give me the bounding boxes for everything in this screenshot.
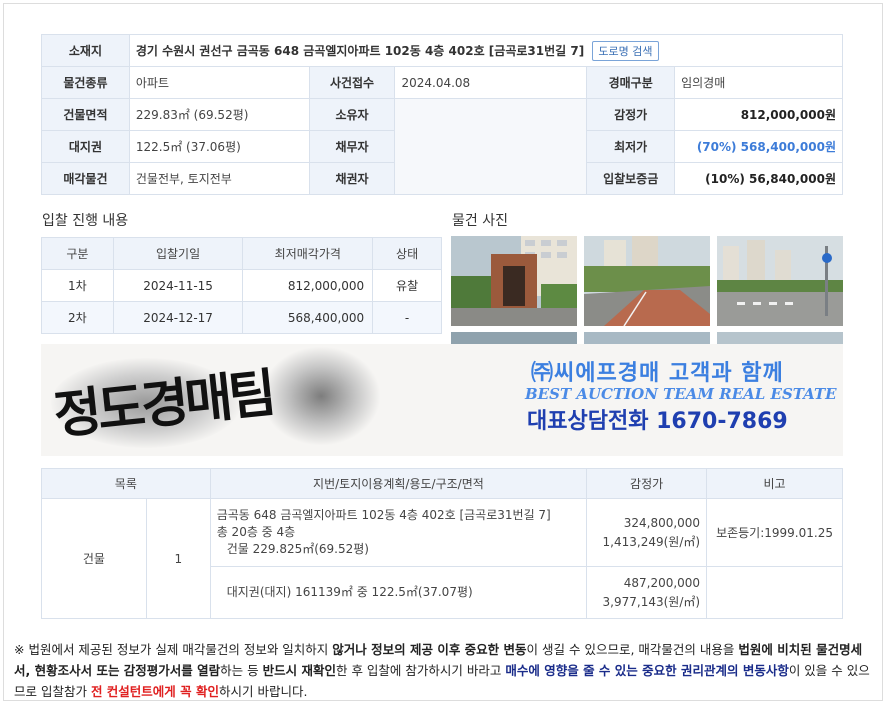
bidding-table: 구분 입찰기일 최저매각가격 상태 1차 2024-11-15 812,000,…	[41, 237, 442, 334]
deposit-value: (10%) 56,840,000원	[674, 162, 843, 195]
notice-emphasis: 않거나 정보의 제공 이후 중요한 변동	[332, 642, 527, 657]
notice-text: ※ 법원에서 제공된 정보가 실제 매각물건의 정보와 일치하지	[14, 642, 333, 657]
address-label: 소재지	[41, 34, 130, 67]
building-desc-line: 건물 229.825㎡(69.52평)	[226, 542, 369, 556]
bid-header-status: 상태	[372, 237, 442, 270]
land-description: 대지권(대지) 161139㎡ 중 122.5㎡(37.07평)	[209, 566, 588, 619]
parties-blank-cell	[394, 98, 588, 195]
appraisal-label: 감정가	[586, 98, 676, 131]
land-right-label: 대지권	[41, 130, 130, 163]
building-desc-line: 금곡동 648 금곡엘지아파트 102동 4층 402호 [금곡로31번길 7]	[216, 508, 551, 522]
sale-scope-label: 매각물건	[41, 162, 130, 195]
auction-type-label: 경매구분	[586, 66, 676, 99]
appraisal-value: 812,000,000원	[674, 98, 843, 131]
photos-section-title: 물건 사진	[452, 213, 508, 229]
detail-header-note: 비고	[706, 468, 843, 499]
detail-header-list: 목록	[41, 468, 211, 499]
building-appraisal: 324,800,000 1,413,249(원/㎡)	[586, 498, 708, 567]
notice-text: 이 생길 수 있으므로, 매각물건의 내용을	[526, 642, 739, 657]
case-date: 2024.04.08	[394, 66, 588, 99]
bid-round: 1차	[41, 269, 114, 302]
land-right-value: 122.5㎡ (37.06평)	[128, 130, 310, 163]
building-price: 324,800,000	[623, 515, 701, 530]
land-appraisal: 487,200,000 3,977,143(원/㎡)	[586, 566, 708, 619]
banner-phone: 대표상담전화 1670-7869	[527, 409, 788, 434]
detail-category: 건물	[41, 498, 147, 619]
banner-calligraphy: 정도경매팀	[50, 362, 276, 447]
property-photo-3[interactable]	[717, 236, 843, 326]
photo-gallery	[451, 236, 843, 344]
bid-row: 1차 2024-11-15 812,000,000 유찰	[41, 269, 442, 302]
road-intersection-image	[717, 236, 843, 326]
property-photo-6[interactable]	[717, 332, 843, 344]
debtor-label: 채무자	[308, 130, 396, 163]
building-area-value: 229.83㎡ (69.52평)	[128, 98, 310, 131]
notice-warning: 전 컨설턴트에게 꼭 확인	[90, 684, 220, 699]
bid-header-date: 입찰기일	[112, 237, 244, 270]
bid-date: 2024-12-17	[112, 301, 244, 334]
bid-status: 유찰	[372, 269, 442, 302]
building-description: 금곡동 648 금곡엘지아파트 102동 4층 402호 [금곡로31번길 7]…	[209, 498, 588, 567]
disclaimer-notice: ※ 법원에서 제공된 정보가 실제 매각물건의 정보와 일치하지 않거나 정보의…	[14, 639, 874, 702]
land-note	[706, 566, 843, 619]
building-unit-price: 1,413,249(원/㎡)	[602, 534, 701, 549]
street-view-image	[584, 236, 710, 326]
type-value: 아파트	[128, 66, 310, 99]
bidding-section-title: 입찰 진행 내용	[42, 213, 129, 229]
min-price-value: (70%) 568,400,000원	[674, 130, 843, 163]
bid-price: 568,400,000	[242, 301, 374, 334]
road-search-button[interactable]: 도로명 검색	[592, 40, 659, 61]
bid-status: -	[372, 301, 442, 334]
bid-price: 812,000,000	[242, 269, 374, 302]
notice-highlight: 매수에 영향을 줄 수 있는 중요한 권리관계의 변동사항	[505, 663, 789, 678]
creditor-label: 채권자	[308, 162, 396, 195]
deposit-label: 입찰보증금	[586, 162, 676, 195]
auction-type-value: 임의경매	[674, 66, 843, 99]
address-text: 경기 수원시 권선구 금곡동 648 금곡엘지아파트 102동 4층 402호 …	[135, 43, 585, 58]
apartment-entrance-image	[451, 236, 577, 326]
banner-english-tagline: BEST AUCTION TEAM REAL ESTATE	[525, 385, 837, 403]
detail-index: 1	[145, 498, 211, 619]
address-cell: 경기 수원시 권선구 금곡동 648 금곡엘지아파트 102동 4층 402호 …	[128, 34, 844, 67]
property-photo-2[interactable]	[584, 236, 710, 326]
land-price: 487,200,000	[623, 575, 701, 590]
sale-scope-value: 건물전부, 토지전부	[128, 162, 310, 195]
building-desc-line: 총 20층 중 4층	[216, 525, 296, 539]
property-photo-5[interactable]	[584, 332, 710, 344]
bid-date: 2024-11-15	[112, 269, 244, 302]
notice-text: 하는 등	[220, 663, 263, 678]
property-photo-4[interactable]	[451, 332, 577, 344]
land-unit-price: 3,977,143(원/㎡)	[602, 594, 701, 609]
bid-round: 2차	[41, 301, 114, 334]
detail-header-description: 지번/토지이용계획/용도/구조/면적	[209, 468, 588, 499]
notice-emphasis: 반드시 재확인	[262, 663, 336, 678]
detail-table: 목록 지번/토지이용계획/용도/구조/면적 감정가 비고 건물 1 금곡동 64…	[41, 468, 843, 619]
min-price-label: 최저가	[586, 130, 676, 163]
property-info-table: 소재지 경기 수원시 권선구 금곡동 648 금곡엘지아파트 102동 4층 4…	[41, 34, 844, 195]
bid-header-round: 구분	[41, 237, 114, 270]
detail-header-appraisal: 감정가	[586, 468, 708, 499]
banner-company-tagline: ㈜씨에프경매 고객과 함께	[531, 361, 784, 386]
building-note: 보존등기:1999.01.25	[706, 498, 843, 567]
notice-text: 하시기 바랍니다.	[219, 684, 308, 699]
case-label: 사건접수	[308, 66, 396, 99]
property-photo-1[interactable]	[451, 236, 577, 326]
building-area-label: 건물면적	[41, 98, 130, 131]
notice-text: 한 후 입찰에 참가하시기 바라고	[335, 663, 506, 678]
bid-header-price: 최저매각가격	[242, 237, 374, 270]
bid-row: 2차 2024-12-17 568,400,000 -	[41, 301, 442, 334]
owner-label: 소유자	[308, 98, 396, 131]
promo-banner[interactable]: 정도경매팀 ㈜씨에프경매 고객과 함께 BEST AUCTION TEAM RE…	[41, 344, 843, 456]
ink-wash-decoration	[261, 346, 381, 446]
type-label: 물건종류	[41, 66, 130, 99]
